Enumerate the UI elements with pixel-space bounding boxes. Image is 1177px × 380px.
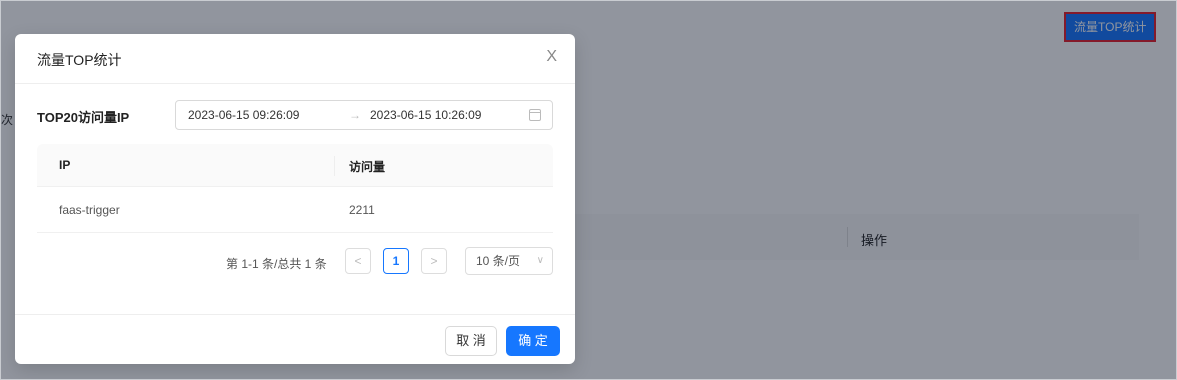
page-1-button[interactable]: 1: [383, 248, 409, 274]
traffic-top-modal: 流量TOP统计 X TOP20访问量IP 2023-06-15 09:26:09…: [15, 34, 575, 364]
next-page-button[interactable]: >: [421, 248, 447, 274]
cell-ip: faas-trigger: [59, 203, 120, 217]
screen: 次 操作 流量TOP统计 流量TOP统计 X TOP20访问量IP 2023-0…: [0, 0, 1177, 380]
pagination: 第 1-1 条/总共 1 条 < 1 > 10 条/页 ∨: [15, 246, 553, 276]
modal-footer: 取 消 确 定: [15, 314, 575, 364]
table-row: faas-trigger 2211: [37, 187, 553, 233]
column-ip: IP: [59, 158, 71, 172]
range-end-input[interactable]: 2023-06-15 10:26:09: [370, 108, 481, 122]
range-arrow-icon: →: [349, 108, 361, 122]
page-size-value: 10 条/页: [476, 254, 521, 268]
table-header: IP 访问量: [37, 144, 553, 187]
modal-header: 流量TOP统计 X: [15, 34, 575, 84]
column-visits: 访问量: [349, 160, 386, 174]
close-icon[interactable]: X: [546, 48, 557, 66]
prev-page-button[interactable]: <: [345, 248, 371, 274]
pagination-total: 第 1-1 条/总共 1 条: [226, 257, 327, 271]
cell-count: 2211: [349, 203, 375, 217]
modal-title: 流量TOP统计: [37, 52, 122, 68]
cancel-button[interactable]: 取 消: [445, 326, 497, 356]
column-divider: [334, 156, 335, 176]
range-start-input[interactable]: 2023-06-15 09:26:09: [188, 108, 299, 122]
date-range-picker[interactable]: 2023-06-15 09:26:09 → 2023-06-15 10:26:0…: [175, 100, 553, 130]
chevron-down-icon: ∨: [536, 255, 544, 266]
calendar-icon[interactable]: [529, 109, 541, 121]
range-label: TOP20访问量IP: [37, 110, 130, 125]
confirm-button[interactable]: 确 定: [506, 326, 560, 356]
page-size-select[interactable]: 10 条/页 ∨: [465, 247, 553, 275]
ip-table: IP 访问量 faas-trigger 2211: [37, 144, 553, 233]
